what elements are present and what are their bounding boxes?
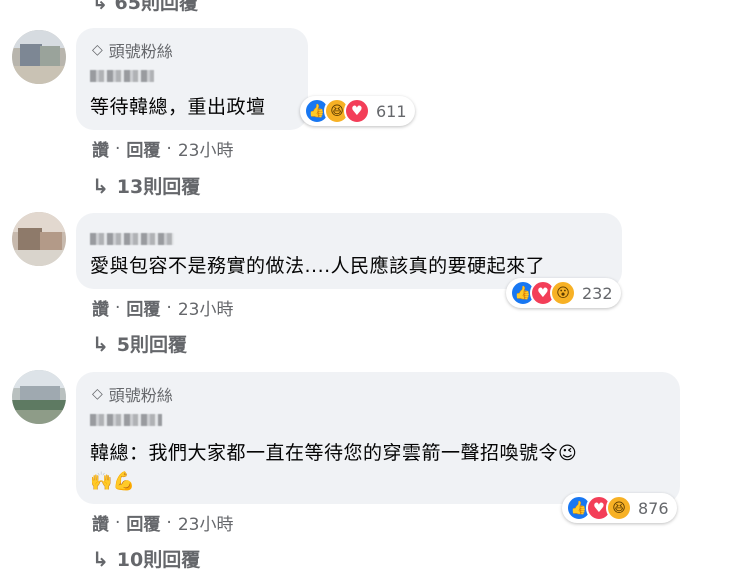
avatar[interactable] [12,212,66,266]
commenter-name[interactable] [90,414,162,426]
top-fan-badge[interactable]: ◇ 頭號粉絲 [92,38,173,62]
diamond-icon: ◇ [92,42,103,58]
replies-label: 13則回覆 [116,176,201,198]
comment-actions: 讚 · 回覆 · 23小時 [92,295,234,321]
avatar[interactable] [12,370,66,424]
reaction-count: 611 [376,101,407,121]
comment-bubble: ◇ 頭號粉絲 等待韓總，重出政壇 [76,28,308,130]
reactions-summary[interactable]: 👍 ♥ 😮 232 [506,278,621,308]
comment-text: 愛與包容不是務實的做法....人民應該真的要硬起來了 [90,255,546,277]
separator: · [166,512,172,533]
badge-label: 頭號粉絲 [108,386,173,405]
reply-arrow-icon: ↳ [92,0,108,14]
reaction-count: 232 [582,283,613,303]
timestamp[interactable]: 23小時 [178,136,234,161]
reply-button[interactable]: 回覆 [126,510,160,535]
separator: · [115,138,121,159]
commenter-name[interactable] [90,233,174,245]
comment-actions: 讚 · 回覆 · 23小時 [92,136,234,162]
haha-reaction-icon: 😆 [606,495,632,521]
reply-arrow-icon: ↳ [92,331,109,356]
love-reaction-icon: ♥ [344,98,370,124]
previous-replies-link[interactable]: ↳ 65則回覆 [92,0,198,15]
timestamp[interactable]: 23小時 [178,295,234,320]
view-replies-link[interactable]: ↳ 10則回覆 [92,545,200,572]
separator: · [115,512,121,533]
raised-hands-emoji-icon: 🙌 [90,471,113,492]
reactions-summary[interactable]: 👍 ♥ 😆 876 [562,493,677,523]
commenter-name[interactable] [90,70,154,82]
muscle-emoji-icon: 💪 [112,471,136,492]
diamond-icon: ◇ [92,386,103,402]
view-replies-link[interactable]: ↳ 5則回覆 [92,330,187,357]
replies-label: 65則回覆 [114,0,198,14]
separator: · [166,138,172,159]
replies-label: 10則回覆 [116,549,201,571]
like-button[interactable]: 讚 [92,136,109,161]
separator: · [115,297,121,318]
top-fan-badge[interactable]: ◇ 頭號粉絲 [92,382,173,406]
comment-bubble: ◇ 頭號粉絲 韓總：我們大家都一直在等待您的穿雲箭一聲招喚號令😉 🙌💪 [76,372,680,504]
reply-arrow-icon: ↳ [92,546,109,571]
comment-text: 韓總：我們大家都一直在等待您的穿雲箭一聲招喚號令😉 [90,438,577,465]
comment-text-content: 韓總：我們大家都一直在等待您的穿雲箭一聲招喚號令 [90,442,559,464]
comment-actions: 讚 · 回覆 · 23小時 [92,510,234,536]
view-replies-link[interactable]: ↳ 13則回覆 [92,172,200,199]
reply-button[interactable]: 回覆 [126,295,160,320]
badge-label: 頭號粉絲 [108,42,173,61]
like-button[interactable]: 讚 [92,295,109,320]
replies-label: 5則回覆 [116,334,187,356]
comment-emoji-line: 🙌💪 [90,470,136,492]
separator: · [166,297,172,318]
like-button[interactable]: 讚 [92,510,109,535]
wink-emoji-icon: 😉 [558,443,578,464]
reply-button[interactable]: 回覆 [126,136,160,161]
reaction-count: 876 [638,498,669,518]
comment-text: 等待韓總，重出政壇 [90,96,266,118]
timestamp[interactable]: 23小時 [178,510,234,535]
reactions-summary[interactable]: 👍 😆 ♥ 611 [300,96,415,126]
avatar[interactable] [12,30,66,84]
wow-reaction-icon: 😮 [550,280,576,306]
reply-arrow-icon: ↳ [92,173,109,198]
